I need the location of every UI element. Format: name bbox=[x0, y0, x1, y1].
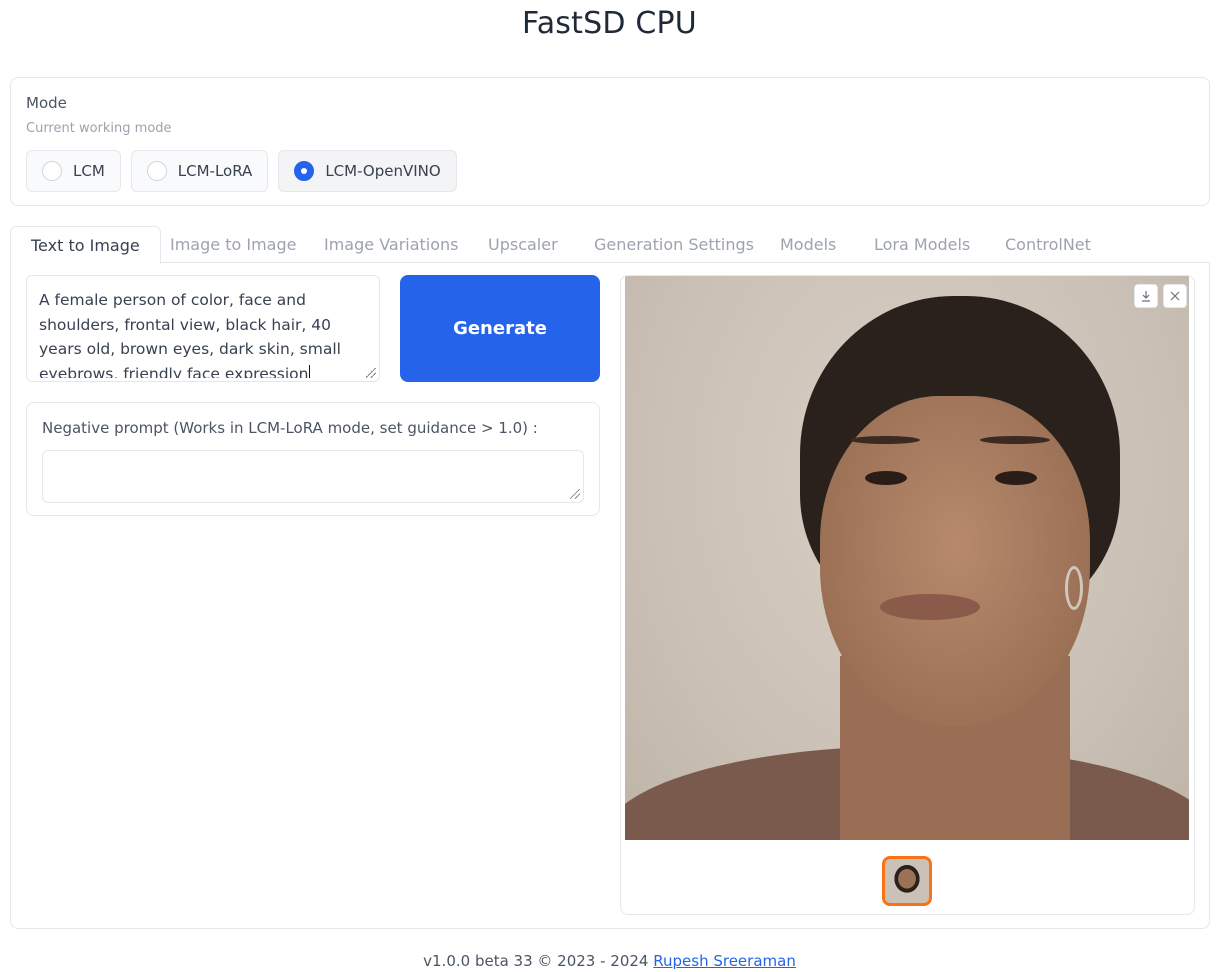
portrait-eye bbox=[865, 471, 907, 485]
negative-prompt-label: Negative prompt (Works in LCM-LoRA mode,… bbox=[42, 419, 538, 437]
gallery-thumbnail[interactable] bbox=[882, 856, 932, 906]
radio-circle-selected[interactable] bbox=[294, 161, 315, 181]
mode-panel: Mode Current working mode LCM LCM-LoRA L… bbox=[10, 77, 1210, 206]
mode-option-label: LCM bbox=[73, 162, 105, 180]
prompt-textarea[interactable]: A female person of color, face and shoul… bbox=[26, 275, 380, 382]
mode-option-lcm-lora[interactable]: LCM-LoRA bbox=[130, 150, 269, 192]
download-icon[interactable] bbox=[1134, 284, 1158, 308]
mode-option-lcm-openvino[interactable]: LCM-OpenVINO bbox=[278, 150, 457, 192]
tab-controlnet[interactable]: ControlNet bbox=[1005, 226, 1091, 263]
page-title: FastSD CPU bbox=[522, 6, 697, 41]
portrait-brow bbox=[980, 436, 1050, 444]
mode-radio-group: LCM LCM-LoRA LCM-OpenVINO bbox=[26, 150, 457, 192]
mode-option-label: LCM-LoRA bbox=[177, 162, 253, 180]
tab-text-to-image[interactable]: Text to Image bbox=[10, 226, 161, 264]
portrait-lips bbox=[880, 594, 980, 620]
mode-info: Current working mode bbox=[26, 121, 172, 136]
mode-option-label: LCM-OpenVINO bbox=[325, 162, 441, 180]
portrait-eye bbox=[995, 471, 1037, 485]
portrait-earring bbox=[1065, 566, 1083, 610]
tab-upscaler[interactable]: Upscaler bbox=[488, 226, 558, 263]
tab-models[interactable]: Models bbox=[780, 226, 836, 263]
mode-option-lcm[interactable]: LCM bbox=[26, 150, 121, 192]
close-icon[interactable] bbox=[1163, 284, 1187, 308]
tab-image-to-image[interactable]: Image to Image bbox=[170, 226, 296, 263]
prompt-text: A female person of color, face and shoul… bbox=[39, 288, 367, 378]
negative-prompt-panel: Negative prompt (Works in LCM-LoRA mode,… bbox=[26, 402, 600, 516]
tab-image-variations[interactable]: Image Variations bbox=[324, 226, 459, 263]
generate-button[interactable]: Generate bbox=[400, 275, 600, 382]
tab-bar: Text to Image Image to Image Image Varia… bbox=[10, 226, 1210, 264]
resize-handle-icon[interactable] bbox=[366, 368, 376, 378]
portrait-brow bbox=[850, 436, 920, 444]
generated-image[interactable] bbox=[625, 276, 1189, 840]
author-link[interactable]: Rupesh Sreeraman bbox=[653, 952, 796, 970]
resize-handle-icon[interactable] bbox=[570, 489, 580, 499]
radio-circle[interactable] bbox=[42, 161, 62, 181]
footer: v1.0.0 beta 33 © 2023 - 2024 Rupesh Sree… bbox=[0, 952, 1219, 970]
tab-lora-models[interactable]: Lora Models bbox=[874, 226, 970, 263]
output-gallery bbox=[620, 275, 1195, 915]
portrait-face bbox=[820, 396, 1090, 726]
negative-prompt-input[interactable] bbox=[42, 450, 584, 503]
tab-generation-settings[interactable]: Generation Settings bbox=[594, 226, 754, 263]
mode-label: Mode bbox=[26, 94, 67, 112]
text-caret bbox=[308, 364, 310, 378]
footer-text: v1.0.0 beta 33 © 2023 - 2024 bbox=[423, 952, 649, 970]
radio-circle[interactable] bbox=[146, 161, 167, 181]
